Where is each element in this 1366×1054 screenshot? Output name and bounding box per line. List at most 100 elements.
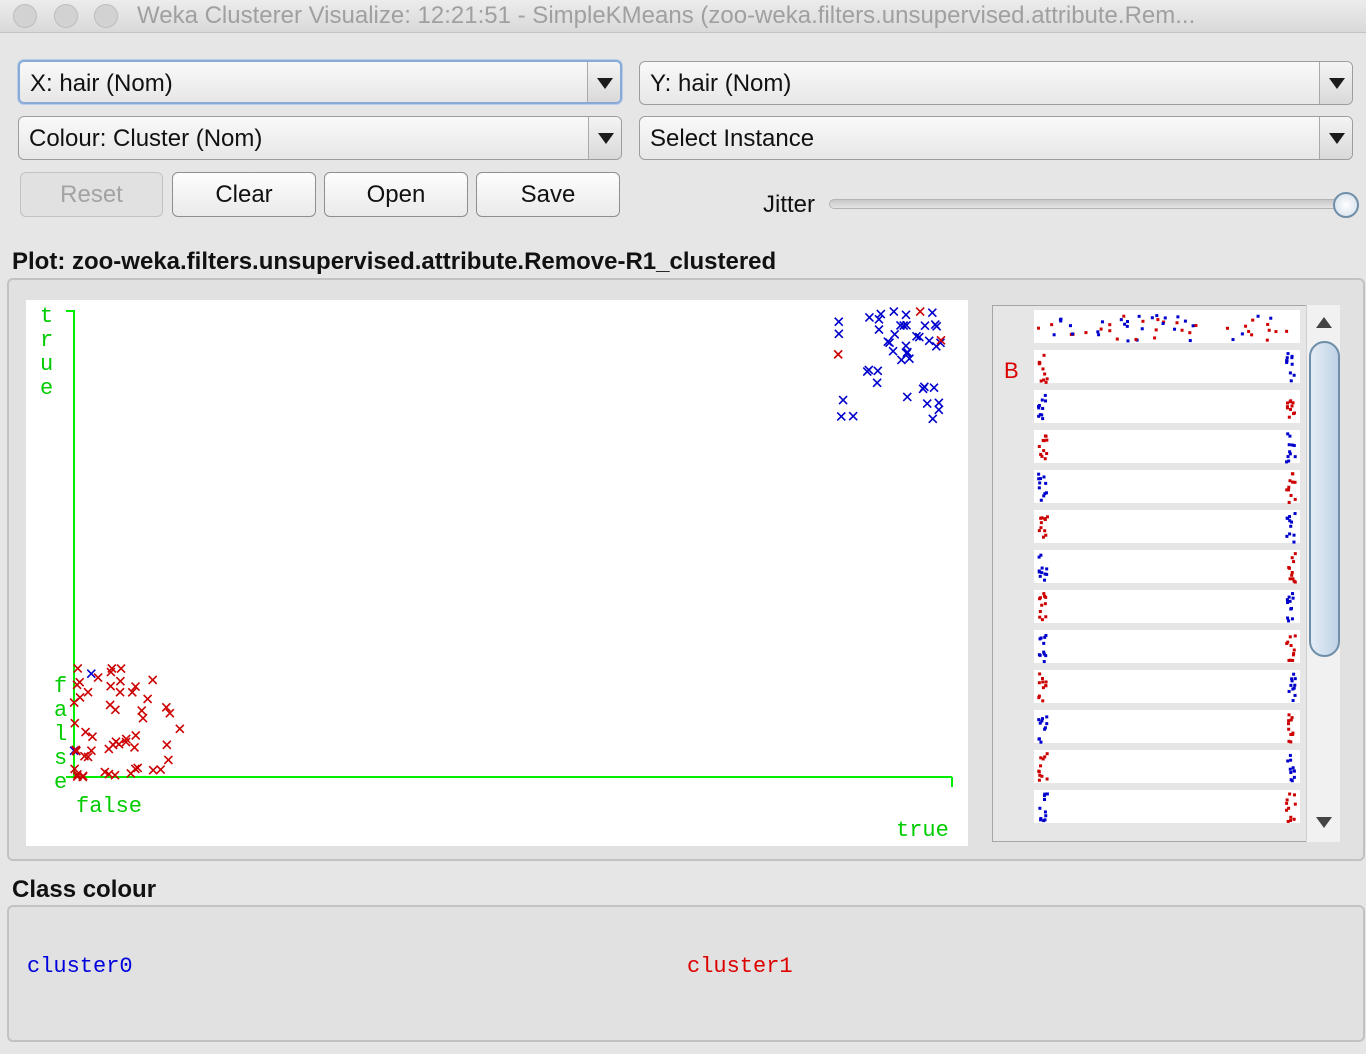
x-axis-select[interactable]: X: hair (Nom) [18,60,622,104]
data-point[interactable] [115,687,125,697]
scroll-up-icon[interactable] [1307,307,1340,337]
attribute-bar[interactable] [1034,510,1300,543]
data-point[interactable] [934,405,944,415]
minimize-window-button[interactable] [54,4,78,28]
instance-dot [1039,379,1043,383]
data-point[interactable] [163,755,173,765]
attribute-bar[interactable] [1034,630,1300,663]
data-point[interactable] [920,321,930,331]
close-window-button[interactable] [13,4,37,28]
instance-dot [1044,481,1048,485]
zoom-window-button[interactable] [94,4,118,28]
data-point[interactable] [143,694,153,704]
data-point[interactable] [896,355,906,365]
data-point[interactable] [137,705,147,716]
scroll-down-icon[interactable] [1307,807,1340,837]
data-point[interactable] [901,341,911,351]
data-point[interactable] [111,737,121,747]
data-point[interactable] [81,727,91,737]
data-point[interactable] [890,329,900,339]
data-point[interactable] [138,713,148,723]
data-point[interactable] [864,312,874,323]
attribute-bar[interactable] [1034,550,1300,583]
data-point[interactable] [156,765,166,775]
data-point[interactable] [874,325,884,335]
data-point[interactable] [83,687,93,697]
attribute-bar[interactable] [1034,430,1300,463]
title-bar: Weka Clusterer Visualize: 12:21:51 - Sim… [0,0,1366,33]
data-point[interactable] [889,307,899,317]
attribute-bars-panel[interactable]: B [992,305,1340,842]
attribute-bar[interactable] [1034,470,1300,503]
data-point[interactable] [148,765,158,775]
instance-dot [1285,405,1289,409]
scatter-plot[interactable]: true false false true [26,300,968,846]
select-instance-select[interactable]: Select Instance [639,116,1353,160]
data-point[interactable] [873,366,883,376]
data-point[interactable] [934,398,944,408]
clear-button[interactable]: Clear [172,172,316,217]
attribute-bars-scrollbar[interactable] [1306,305,1340,842]
data-point[interactable] [929,383,939,393]
chevron-down-icon[interactable] [587,62,620,102]
y-axis-select[interactable]: Y: hair (Nom) [639,61,1353,105]
instance-dot [1042,592,1046,596]
attribute-bar[interactable] [1034,790,1300,823]
attribute-bar[interactable] [1034,390,1300,423]
data-point[interactable] [75,677,85,687]
data-point[interactable] [162,740,172,750]
instance-dot [1291,653,1295,657]
colour-select[interactable]: Colour: Cluster (Nom) [18,116,622,160]
data-point[interactable] [915,306,925,317]
y-tick-label-true: true [40,304,53,401]
chevron-down-icon[interactable] [1319,62,1352,104]
instance-dot [1194,323,1198,327]
instance-dot [1038,806,1042,810]
open-button[interactable]: Open [324,172,468,217]
data-point[interactable] [833,349,843,359]
scrollbar-thumb[interactable] [1309,341,1340,657]
data-point[interactable] [834,329,844,339]
jitter-slider-knob[interactable] [1333,192,1359,218]
attribute-bar[interactable] [1034,590,1300,623]
data-point[interactable] [872,378,882,388]
data-point[interactable] [922,399,932,409]
data-point[interactable] [129,742,140,752]
instance-dot [1292,373,1296,377]
instance-dot [1291,596,1295,600]
chevron-down-icon[interactable] [1319,117,1352,159]
data-point[interactable] [836,411,846,421]
data-point[interactable] [110,705,120,715]
data-point[interactable] [927,308,937,318]
attribute-bar[interactable] [1034,310,1300,343]
attribute-bar[interactable] [1034,350,1300,383]
instance-dot [1059,317,1063,321]
data-point[interactable] [924,336,934,346]
data-point[interactable] [928,414,938,424]
data-point[interactable] [838,395,848,405]
data-point[interactable] [106,681,116,691]
data-point[interactable] [848,411,858,421]
chevron-down-icon[interactable] [588,117,621,159]
legend-cluster1[interactable]: cluster1 [687,954,793,979]
data-point[interactable] [148,675,158,685]
jitter-slider[interactable] [829,199,1354,209]
attribute-bar[interactable] [1034,710,1300,743]
data-point[interactable] [888,346,898,356]
reset-button[interactable]: Reset [20,172,163,217]
save-button[interactable]: Save [476,172,620,217]
instance-dot [1288,792,1292,796]
attribute-bar[interactable] [1034,670,1300,703]
data-point[interactable] [104,744,114,754]
attribute-bar[interactable] [1034,750,1300,783]
legend-cluster0[interactable]: cluster0 [27,954,133,979]
instance-dot [1050,323,1054,327]
data-point[interactable] [131,730,141,741]
data-point[interactable] [901,310,911,320]
data-point[interactable] [175,724,185,734]
data-point[interactable] [834,317,844,327]
data-point[interactable] [87,732,98,742]
data-point[interactable] [115,676,125,686]
data-point[interactable] [902,392,912,402]
data-point[interactable] [116,663,126,674]
